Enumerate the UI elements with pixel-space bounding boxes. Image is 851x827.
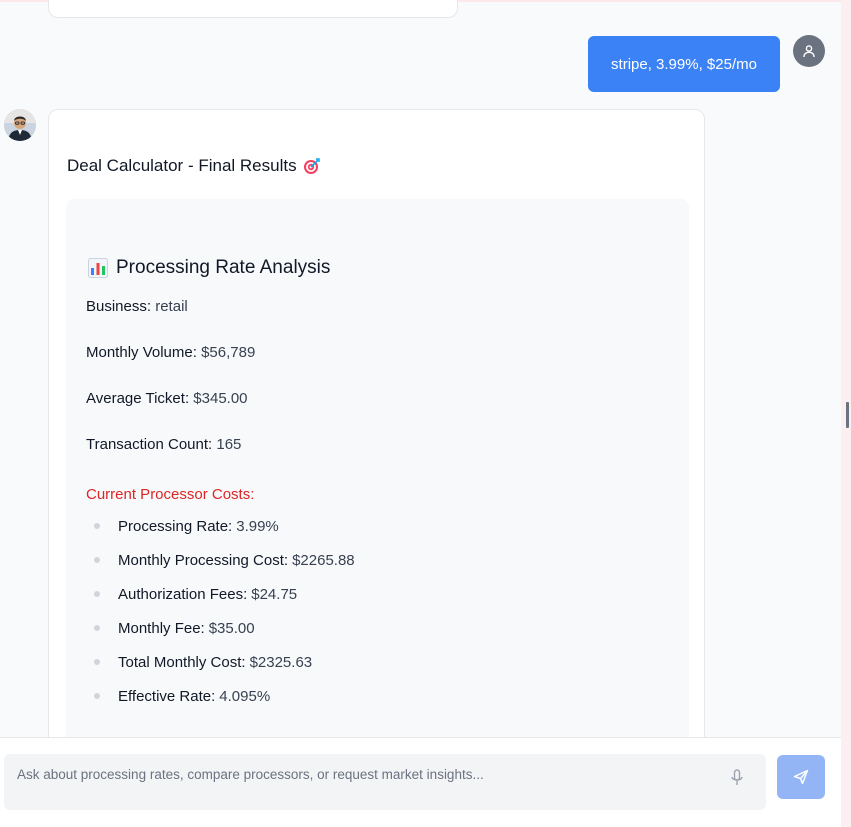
monthly-volume-field: Monthly Volume: $56,789 <box>86 344 255 361</box>
person-portrait-icon <box>4 109 36 141</box>
user-avatar <box>793 35 825 67</box>
cost-label: Effective Rate: <box>118 687 216 705</box>
assistant-message-card: Deal Calculator - Final Results Processi… <box>48 109 705 759</box>
business-field: Business: retail <box>86 298 188 315</box>
cost-value: $2265.88 <box>292 551 355 569</box>
monthly-volume-label: Monthly Volume: <box>86 344 197 361</box>
costs-list: Processing Rate: 3.99% Monthly Processing… <box>86 509 355 713</box>
bar-chart-icon <box>88 258 108 278</box>
average-ticket-value: $345.00 <box>193 390 248 407</box>
current-costs-heading: Current Processor Costs: <box>86 486 255 503</box>
user-message-bubble: stripe, 3.99%, $25/mo <box>588 36 780 92</box>
list-item: Authorization Fees: $24.75 <box>86 577 355 611</box>
bullet-dot <box>94 523 100 529</box>
list-item: Monthly Fee: $35.00 <box>86 611 355 645</box>
transaction-count-field: Transaction Count: 165 <box>86 436 241 453</box>
cost-value: 3.99% <box>236 517 279 535</box>
user-message-text: stripe, 3.99%, $25/mo <box>611 55 757 73</box>
transaction-count-label: Transaction Count: <box>86 436 213 453</box>
cost-value: $35.00 <box>208 619 255 637</box>
list-item: Processing Rate: 3.99% <box>86 509 355 543</box>
message-input[interactable] <box>4 754 704 794</box>
cost-value: $2325.63 <box>249 653 313 671</box>
average-ticket-label: Average Ticket: <box>86 390 190 407</box>
bullet-dot <box>94 693 100 699</box>
result-title: Deal Calculator - Final Results <box>67 156 321 176</box>
analysis-panel: Processing Rate Analysis Business: retai… <box>66 199 689 759</box>
business-value: retail <box>155 298 188 315</box>
target-icon <box>303 158 320 174</box>
business-label: Business: <box>86 298 152 315</box>
microphone-icon[interactable] <box>730 769 744 787</box>
cost-value: $24.75 <box>251 585 298 603</box>
message-composer <box>0 737 841 827</box>
monthly-volume-value: $56,789 <box>201 344 256 361</box>
scrollbar-thumb[interactable] <box>846 402 849 428</box>
cost-label: Authorization Fees: <box>118 585 248 603</box>
list-item: Monthly Processing Cost: $2265.88 <box>86 543 355 577</box>
analysis-heading-text: Processing Rate Analysis <box>116 257 331 278</box>
cost-label: Monthly Processing Cost: <box>118 551 289 569</box>
send-icon <box>793 769 809 785</box>
bullet-dot <box>94 625 100 631</box>
list-item: Effective Rate: 4.095% <box>86 679 355 713</box>
transaction-count-value: 165 <box>216 436 242 453</box>
cost-label: Total Monthly Cost: <box>118 653 246 671</box>
result-title-text: Deal Calculator - Final Results <box>67 156 297 175</box>
bullet-dot <box>94 591 100 597</box>
average-ticket-field: Average Ticket: $345.00 <box>86 390 248 407</box>
analysis-heading: Processing Rate Analysis <box>88 257 330 279</box>
user-icon <box>803 45 815 58</box>
bullet-dot <box>94 557 100 563</box>
previous-message-card <box>48 0 458 18</box>
list-item: Total Monthly Cost: $2325.63 <box>86 645 355 679</box>
cost-value: 4.095% <box>219 687 271 705</box>
cost-label: Monthly Fee: <box>118 619 205 637</box>
cost-label: Processing Rate: <box>118 517 233 535</box>
assistant-avatar <box>4 109 36 141</box>
bullet-dot <box>94 659 100 665</box>
send-button[interactable] <box>777 755 825 799</box>
message-input-box[interactable] <box>4 754 766 810</box>
